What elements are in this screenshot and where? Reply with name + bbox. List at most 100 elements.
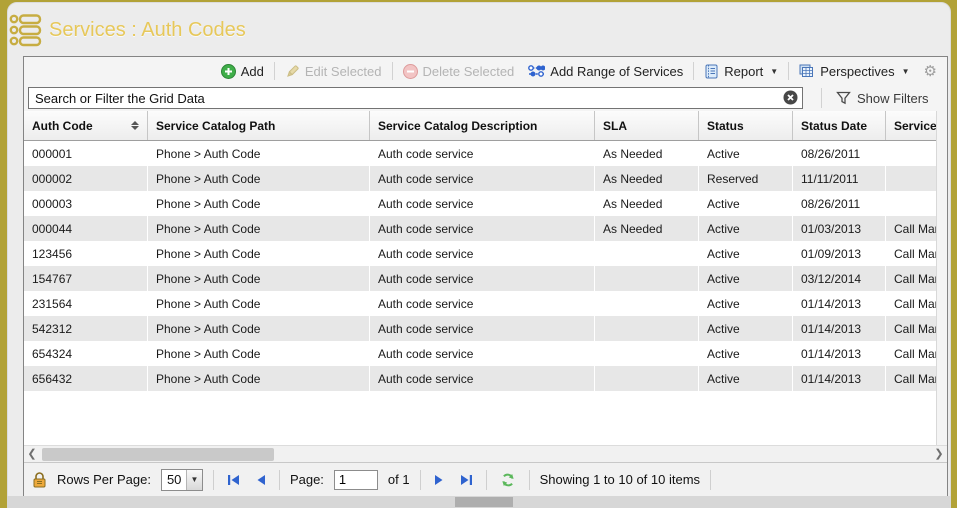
cell-status-date: 01/14/2013 [793, 316, 886, 341]
grid-rows: 000001 Phone > Auth Code Auth code servi… [24, 141, 936, 391]
report-icon [704, 64, 719, 79]
cell-sla [595, 366, 699, 391]
pager-forward-group [431, 474, 476, 486]
pager-back-group [224, 474, 269, 486]
column-header-label: Service Catalog Path [156, 119, 275, 133]
cell-service-host: Call Manag [886, 366, 936, 391]
pager-separator [213, 470, 214, 490]
services-list-icon [9, 13, 43, 47]
cell-auth-code: 000001 [24, 141, 148, 166]
cell-service-catalog-description: Auth code service [370, 316, 595, 341]
table-row[interactable]: 123456 Phone > Auth Code Auth code servi… [24, 241, 936, 266]
cell-auth-code: 231564 [24, 291, 148, 316]
table-row[interactable]: 542312 Phone > Auth Code Auth code servi… [24, 316, 936, 341]
cell-sla: As Needed [595, 191, 699, 216]
column-header-status[interactable]: Status [699, 111, 793, 140]
horizontal-scroll-track[interactable] [40, 448, 931, 461]
search-input[interactable] [28, 87, 803, 109]
cell-auth-code: 656432 [24, 366, 148, 391]
delete-selected-button[interactable]: Delete Selected [399, 62, 519, 81]
cell-service-catalog-description: Auth code service [370, 291, 595, 316]
add-range-button[interactable]: Add Range of Services [524, 62, 687, 81]
column-header-label: Status Date [801, 119, 867, 133]
column-header-label: SLA [603, 119, 627, 133]
first-page-button[interactable] [224, 474, 243, 486]
table-row[interactable]: 000002 Phone > Auth Code Auth code servi… [24, 166, 936, 191]
column-header-sla[interactable]: SLA [595, 111, 699, 140]
cell-service-catalog-description: Auth code service [370, 166, 595, 191]
perspectives-button[interactable]: Perspectives ▼ [795, 62, 913, 81]
add-button[interactable]: Add [217, 62, 268, 81]
clear-circle-x-icon[interactable] [783, 90, 798, 105]
cell-auth-code: 654324 [24, 341, 148, 366]
table-row[interactable]: 654324 Phone > Auth Code Auth code servi… [24, 341, 936, 366]
vertical-scrollbar[interactable] [936, 111, 947, 445]
cell-status: Active [699, 341, 793, 366]
rows-per-page-select[interactable]: 50 ▼ [161, 469, 203, 491]
cell-sla [595, 266, 699, 291]
pager-separator [420, 470, 421, 490]
window-horizontal-scrollbar[interactable] [7, 496, 951, 508]
title-bar: Services : Auth Codes [9, 7, 246, 53]
pager-summary: Showing 1 to 10 of 10 items [540, 472, 700, 487]
cell-service-catalog-path: Phone > Auth Code [148, 166, 370, 191]
refresh-button[interactable] [497, 472, 519, 488]
delete-minus-circle-icon [403, 64, 418, 79]
window-scroll-thumb[interactable] [455, 497, 513, 507]
column-header-service-host[interactable]: Service H [886, 111, 936, 140]
table-row[interactable]: 231564 Phone > Auth Code Auth code servi… [24, 291, 936, 316]
column-header-service-catalog-description[interactable]: Service Catalog Description [370, 111, 595, 140]
table-row[interactable]: 000001 Phone > Auth Code Auth code servi… [24, 141, 936, 166]
add-range-icon [528, 64, 545, 78]
previous-page-button[interactable] [253, 474, 269, 486]
next-page-button[interactable] [431, 474, 447, 486]
gear-icon[interactable]: ⚙ [920, 62, 941, 80]
cell-status-date: 08/26/2011 [793, 141, 886, 166]
toolbar-separator [392, 62, 393, 80]
cell-status: Active [699, 316, 793, 341]
perspectives-label: Perspectives [820, 64, 894, 79]
report-button[interactable]: Report ▼ [700, 62, 782, 81]
cell-service-host: Call Manag [886, 241, 936, 266]
grid-container: Add Edit Selected Delete Selected [23, 56, 948, 497]
scroll-left-arrow-icon[interactable]: ❮ [24, 446, 40, 463]
edit-selected-button[interactable]: Edit Selected [281, 62, 386, 81]
cell-service-host [886, 191, 936, 216]
previous-page-icon [256, 474, 266, 486]
cell-service-host [886, 141, 936, 166]
column-header-auth-code[interactable]: Auth Code [24, 111, 148, 140]
table-row[interactable]: 154767 Phone > Auth Code Auth code servi… [24, 266, 936, 291]
table-row[interactable]: 000044 Phone > Auth Code Auth code servi… [24, 216, 936, 241]
toolbar-separator [788, 62, 789, 80]
pager-separator [710, 470, 711, 490]
column-header-label: Service Catalog Description [378, 119, 537, 133]
cell-status-date: 11/11/2011 [793, 166, 886, 191]
cell-service-catalog-path: Phone > Auth Code [148, 216, 370, 241]
cell-status: Active [699, 216, 793, 241]
column-header-status-date[interactable]: Status Date [793, 111, 886, 140]
horizontal-scroll-thumb[interactable] [42, 448, 274, 461]
show-filters-button[interactable]: Show Filters [821, 88, 929, 108]
table-row[interactable]: 656432 Phone > Auth Code Auth code servi… [24, 366, 936, 391]
cell-service-catalog-path: Phone > Auth Code [148, 141, 370, 166]
lock-icon [32, 472, 47, 488]
cell-status: Active [699, 191, 793, 216]
column-header-label: Auth Code [32, 119, 93, 133]
table-row[interactable]: 000003 Phone > Auth Code Auth code servi… [24, 191, 936, 216]
perspectives-icon [799, 64, 815, 79]
cell-service-catalog-description: Auth code service [370, 366, 595, 391]
toolbar: Add Edit Selected Delete Selected [24, 57, 947, 85]
cell-service-catalog-description: Auth code service [370, 341, 595, 366]
column-header-service-catalog-path[interactable]: Service Catalog Path [148, 111, 370, 140]
scroll-right-arrow-icon[interactable]: ❯ [931, 446, 947, 463]
last-page-button[interactable] [457, 474, 476, 486]
page-number-input[interactable] [334, 470, 378, 490]
funnel-icon [836, 91, 851, 105]
chevron-down-icon: ▼ [770, 67, 778, 76]
cell-status: Active [699, 366, 793, 391]
cell-service-catalog-path: Phone > Auth Code [148, 191, 370, 216]
cell-status-date: 01/09/2013 [793, 241, 886, 266]
cell-service-catalog-description: Auth code service [370, 141, 595, 166]
cell-status-date: 08/26/2011 [793, 191, 886, 216]
cell-auth-code: 000003 [24, 191, 148, 216]
